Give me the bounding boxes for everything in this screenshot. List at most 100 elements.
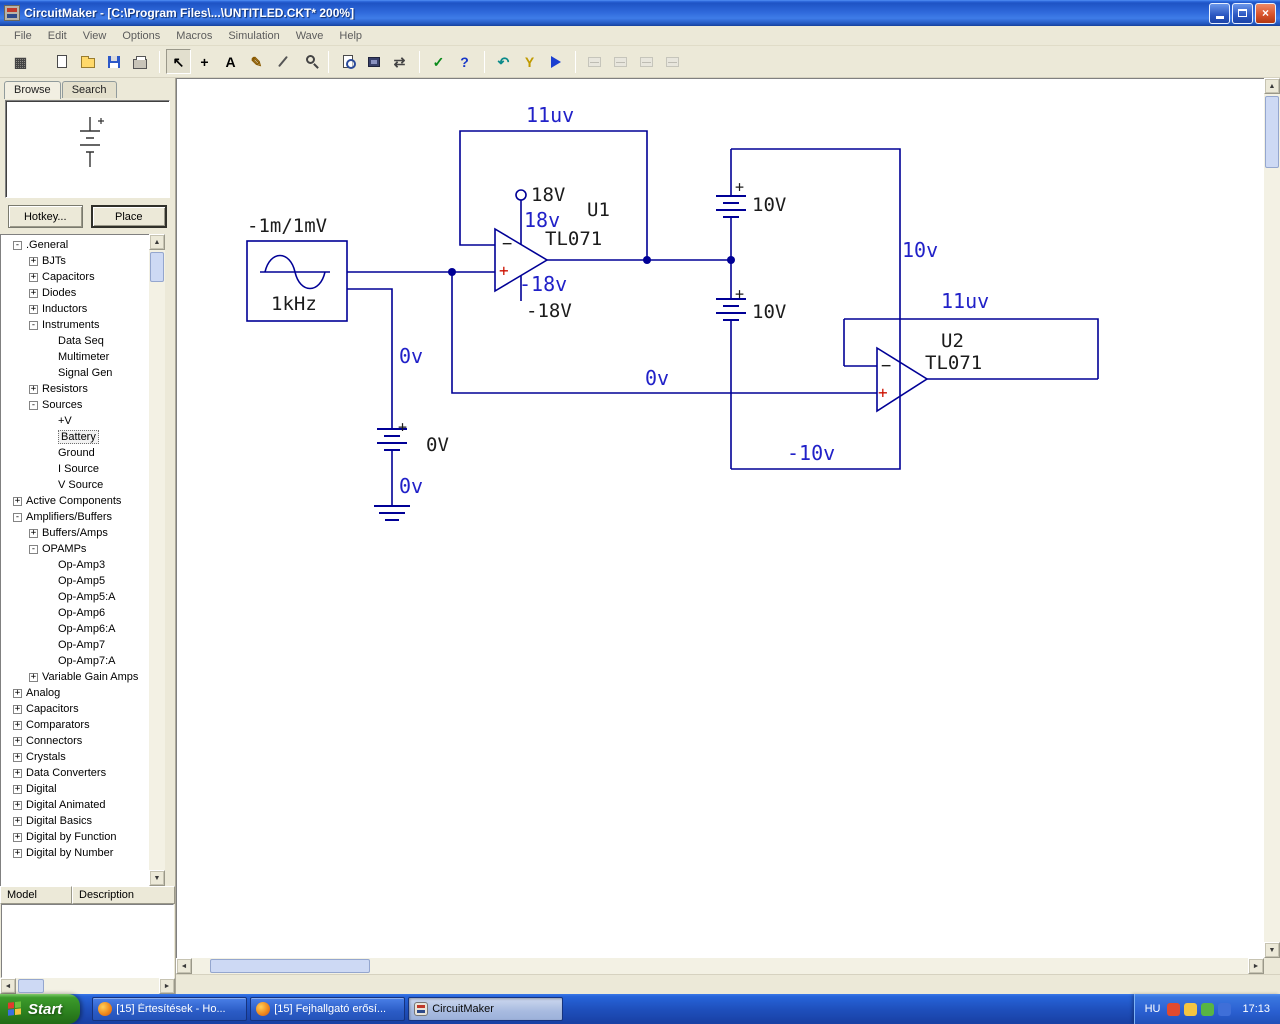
description-tab[interactable]: Description [72,886,175,904]
expand-icon[interactable]: + [29,528,38,538]
run-button[interactable] [543,49,568,74]
collapse-icon[interactable]: - [29,320,38,330]
expand-icon[interactable]: + [13,816,22,826]
scroll-thumb[interactable] [150,252,164,282]
tree-item[interactable]: + Digital Basics [1,813,149,829]
expand-icon[interactable]: + [13,784,22,794]
tree-item[interactable]: Op-Amp7 [1,637,149,653]
expand-icon[interactable]: + [29,672,38,682]
menu-view[interactable]: View [75,28,115,44]
scroll-down-button[interactable]: ▼ [1264,942,1280,958]
scroll-thumb[interactable] [1265,96,1279,168]
waveform-button[interactable]: ⇄ [387,49,412,74]
scroll-track[interactable] [1264,94,1280,942]
taskbar-task[interactable]: [15] Fejhallgató erősí... [250,997,406,1021]
menu-help[interactable]: Help [331,28,370,44]
canvas-vscrollbar[interactable]: ▲ ▼ [1264,78,1280,958]
scroll-thumb[interactable] [210,959,370,973]
browse-toggle-button[interactable]: ▦ [8,49,33,74]
tree-item[interactable]: - Instruments [1,317,149,333]
place-button[interactable]: Place [90,205,167,228]
expand-icon[interactable]: + [13,752,22,762]
tree-item[interactable]: + Analog [1,685,149,701]
expand-icon[interactable]: + [29,304,38,314]
tree-item[interactable]: + Digital by Number [1,845,149,861]
menu-wave[interactable]: Wave [288,28,332,44]
messenger-icon[interactable] [1201,1002,1215,1016]
expand-icon[interactable]: + [13,768,22,778]
tree-scrollbar[interactable]: ▲ ▼ [149,234,165,886]
scroll-right-button[interactable]: ► [159,978,175,994]
expand-icon[interactable]: + [29,384,38,394]
network-icon[interactable] [1218,1002,1232,1016]
expand-icon[interactable]: + [13,704,22,714]
scroll-track[interactable] [149,250,165,870]
schematic-canvas[interactable]: -1m/1mV 1kHz 11uv 18V 18v U1 TL071 -18v -18V 0v 0V… [176,78,1264,958]
tree-item[interactable]: I Source [1,461,149,477]
new-button[interactable] [49,49,74,74]
scroll-left-button[interactable]: ◄ [176,958,192,974]
minimize-button[interactable] [1209,2,1230,24]
start-button[interactable]: Start [0,994,81,1024]
save-button[interactable] [101,49,126,74]
tree-item[interactable]: + Capacitors [1,701,149,717]
antivirus-icon[interactable] [1167,1002,1181,1016]
sidebar-hscrollbar[interactable]: ◄ ► [0,978,175,994]
tree-item[interactable]: - .General [1,237,149,253]
tree-item[interactable]: + Diodes [1,285,149,301]
find-part-button[interactable] [335,49,360,74]
hotkey-button[interactable]: Hotkey... [8,205,83,228]
menu-edit[interactable]: Edit [40,28,75,44]
tree-item[interactable]: + Connectors [1,733,149,749]
menu-options[interactable]: Options [114,28,168,44]
tab-browse[interactable]: Browse [4,81,61,99]
tree-item[interactable]: + Active Components [1,493,149,509]
cursor-tool-button[interactable]: ↖ [166,49,191,74]
expand-icon[interactable]: + [13,848,22,858]
print-button[interactable] [127,49,152,74]
scroll-track[interactable] [192,958,1248,974]
tree-item[interactable]: +V [1,413,149,429]
help-button[interactable]: ? [452,49,477,74]
expand-icon[interactable]: + [13,736,22,746]
tree-item[interactable]: - OPAMPs [1,541,149,557]
expand-icon[interactable]: + [29,256,38,266]
wire-tool-button[interactable]: ✎ [244,49,269,74]
tree-item[interactable]: Op-Amp6 [1,605,149,621]
probe-button[interactable]: Y [517,49,542,74]
collapse-icon[interactable]: - [13,512,22,522]
tree-item[interactable]: + Data Converters [1,765,149,781]
tree-item[interactable]: - Sources [1,397,149,413]
tree-item[interactable]: V Source [1,477,149,493]
expand-icon[interactable]: + [13,832,22,842]
menu-macros[interactable]: Macros [168,28,220,44]
tree-item[interactable]: Op-Amp5:A [1,589,149,605]
digital-mode-button[interactable] [361,49,386,74]
collapse-icon[interactable]: - [29,544,38,554]
tree-item[interactable]: Data Seq [1,333,149,349]
tree-item[interactable]: Op-Amp7:A [1,653,149,669]
expand-icon[interactable]: + [29,272,38,282]
tree-item[interactable]: + Inductors [1,301,149,317]
restore-button[interactable] [1232,2,1253,24]
taskbar-task[interactable]: [15] Értesítések - Ho... [92,997,248,1021]
collapse-icon[interactable]: - [29,400,38,410]
tree-item[interactable]: Battery [1,429,149,445]
tree-item[interactable]: Multimeter [1,349,149,365]
tree-item[interactable]: Op-Amp5 [1,573,149,589]
tree-item[interactable]: + Digital [1,781,149,797]
expand-icon[interactable]: + [13,720,22,730]
scroll-track[interactable] [16,978,159,994]
reset-button[interactable]: ↶ [491,49,516,74]
expand-icon[interactable]: + [13,688,22,698]
scroll-right-button[interactable]: ► [1248,958,1264,974]
tree-item[interactable]: + Crystals [1,749,149,765]
plus-tool-button[interactable]: + [192,49,217,74]
scroll-up-button[interactable]: ▲ [149,234,165,250]
tree-item[interactable]: + Comparators [1,717,149,733]
tree-item[interactable]: Signal Gen [1,365,149,381]
model-tab[interactable]: Model [0,886,72,904]
scroll-up-button[interactable]: ▲ [1264,78,1280,94]
menu-file[interactable]: File [6,28,40,44]
close-button[interactable]: × [1255,2,1276,24]
